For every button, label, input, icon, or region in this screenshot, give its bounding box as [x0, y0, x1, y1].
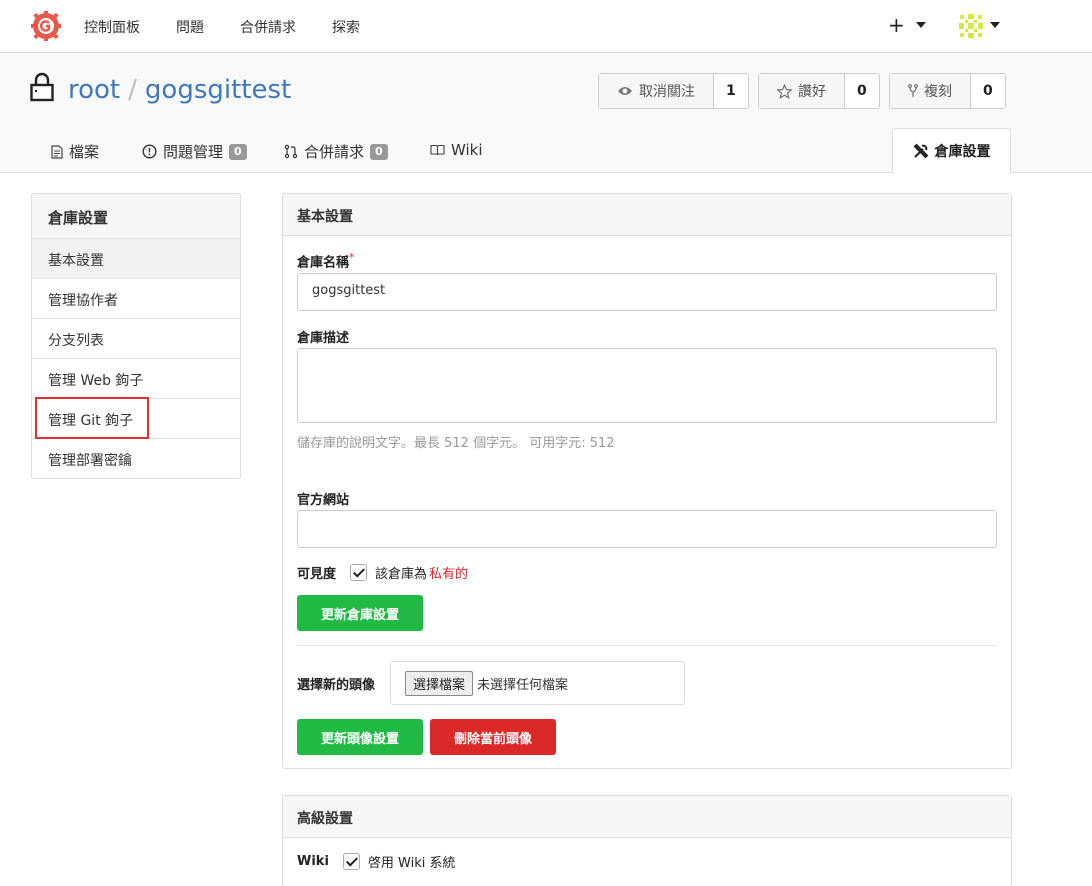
- watch-count[interactable]: 1: [714, 74, 748, 108]
- tools-icon: [913, 143, 928, 159]
- update-avatar-button[interactable]: 更新頭像設置: [297, 719, 423, 755]
- repo-description-textarea[interactable]: [297, 348, 997, 423]
- nav-issues[interactable]: 問題: [176, 17, 204, 37]
- issue-icon: [142, 144, 157, 159]
- star-button-group: 讚好 0: [758, 73, 880, 109]
- repo-name-label: 倉庫名稱*: [297, 251, 354, 270]
- star-button[interactable]: 讚好: [759, 74, 845, 108]
- no-file-selected-text: 未選擇任何檔案: [477, 677, 569, 693]
- lock-icon: [30, 72, 54, 102]
- basic-settings-title: 基本設置: [283, 194, 1011, 236]
- advanced-settings-panel: 高級設置 Wiki 啓用 Wiki 系統: [282, 795, 1012, 886]
- repo-name-input[interactable]: gogsgittest: [297, 273, 997, 311]
- create-dropdown-caret-icon[interactable]: [916, 22, 926, 28]
- user-avatar[interactable]: [957, 12, 985, 40]
- update-settings-button[interactable]: 更新倉庫設置: [297, 595, 423, 631]
- sidebar-item-webhooks[interactable]: 管理 Web 鉤子: [32, 359, 240, 399]
- repo-title-separator: /: [128, 75, 137, 105]
- choose-file-button[interactable]: 選擇檔案: [405, 670, 474, 696]
- website-label: 官方網站: [297, 493, 350, 508]
- tab-issues-label: 問題管理: [163, 143, 224, 161]
- description-hint: 儲存庫的說明文字。最長 512 個字元。 可用字元: 512: [297, 436, 615, 451]
- tab-settings-label: 倉庫設置: [934, 144, 991, 160]
- watch-button-group: 取消關注 1: [598, 73, 749, 109]
- tab-issues[interactable]: 問題管理 0: [142, 141, 247, 162]
- star-icon: [777, 83, 792, 99]
- delete-avatar-button[interactable]: 刪除當前頭像: [430, 719, 556, 755]
- fork-button[interactable]: 複刻: [890, 74, 971, 108]
- tab-pull-requests-label: 合併請求: [304, 143, 365, 161]
- repo-name-label-text: 倉庫名稱: [297, 255, 350, 271]
- sidebar-item-git-hooks[interactable]: 管理 Git 鉤子: [48, 413, 133, 429]
- wiki-row: Wiki 啓用 Wiki 系統: [297, 852, 456, 871]
- unwatch-button[interactable]: 取消關注: [599, 74, 714, 108]
- nav-pull-requests[interactable]: 合併請求: [240, 17, 296, 37]
- section-divider: [297, 645, 997, 646]
- tab-wiki-label: Wiki: [451, 141, 483, 159]
- gogs-logo-icon[interactable]: [31, 11, 61, 41]
- wiki-label: Wiki: [297, 854, 329, 869]
- unwatch-label: 取消關注: [639, 84, 695, 100]
- enable-wiki-checkbox[interactable]: [342, 853, 360, 870]
- private-checkbox[interactable]: [350, 564, 368, 581]
- visibility-row: 可見度 該倉庫為 私有的: [297, 563, 468, 582]
- website-input[interactable]: [297, 510, 997, 548]
- star-count[interactable]: 0: [845, 74, 879, 108]
- star-label: 讚好: [798, 84, 826, 100]
- issues-count-badge: 0: [229, 143, 247, 160]
- file-text-icon: [51, 144, 63, 159]
- repo-name-link[interactable]: gogsgittest: [145, 75, 291, 105]
- fork-button-group: 複刻 0: [889, 73, 1006, 109]
- pull-request-icon: [284, 144, 298, 159]
- avatar-label: 選擇新的頭像: [297, 678, 376, 693]
- repo-description-label: 倉庫描述: [297, 331, 350, 346]
- fork-label: 複刻: [924, 84, 952, 100]
- basic-settings-panel: 基本設置 倉庫名稱* gogsgittest 倉庫描述 儲存庫的說明文字。最長 …: [282, 193, 1012, 769]
- enable-wiki-text: 啓用 Wiki 系統: [367, 856, 456, 871]
- fork-icon: [908, 84, 918, 97]
- sidebar-title: 倉庫設置: [32, 194, 240, 239]
- top-navbar: 控制面板 問題 合併請求 探索 +: [0, 0, 1092, 53]
- pulls-count-badge: 0: [370, 143, 388, 160]
- tab-wiki[interactable]: Wiki: [430, 141, 483, 159]
- visibility-label: 可見度: [297, 567, 337, 582]
- advanced-settings-title: 高級設置: [283, 796, 1011, 838]
- sidebar-item-branches[interactable]: 分支列表: [32, 319, 240, 359]
- repo-header: root / gogsgittest 取消關注 1 讚好 0 複刻 0 檔案 問題管…: [0, 53, 1092, 173]
- visibility-private-value: 私有的: [429, 567, 469, 582]
- sidebar-item-collaborators[interactable]: 管理協作者: [32, 279, 240, 319]
- repo-title: root / gogsgittest: [68, 75, 291, 105]
- tab-settings[interactable]: 倉庫設置: [892, 128, 1011, 173]
- sidebar-item-basic[interactable]: 基本設置: [32, 239, 240, 279]
- tab-files-label: 檔案: [69, 143, 100, 161]
- avatar-file-input[interactable]: 選擇檔案 未選擇任何檔案: [390, 661, 685, 705]
- tab-pull-requests[interactable]: 合併請求 0: [284, 141, 388, 162]
- settings-sidebar: 倉庫設置 基本設置 管理協作者 分支列表 管理 Web 鉤子 管理 Git 鉤子…: [31, 193, 241, 479]
- fork-count[interactable]: 0: [971, 74, 1005, 108]
- repo-owner-link[interactable]: root: [68, 75, 120, 105]
- create-new-button[interactable]: +: [888, 13, 905, 37]
- book-icon: [430, 144, 445, 156]
- nav-explore[interactable]: 探索: [332, 17, 360, 37]
- nav-dashboard[interactable]: 控制面板: [84, 17, 140, 37]
- tab-files[interactable]: 檔案: [51, 141, 99, 162]
- user-dropdown-caret-icon[interactable]: [990, 22, 1000, 28]
- required-mark: *: [349, 251, 355, 264]
- visibility-text: 該倉庫為: [375, 567, 428, 582]
- eye-icon: [618, 87, 632, 95]
- sidebar-item-deploy-keys[interactable]: 管理部署密鑰: [32, 439, 240, 479]
- sidebar-item-git-hooks-wrapper: 管理 Git 鉤子: [32, 397, 240, 439]
